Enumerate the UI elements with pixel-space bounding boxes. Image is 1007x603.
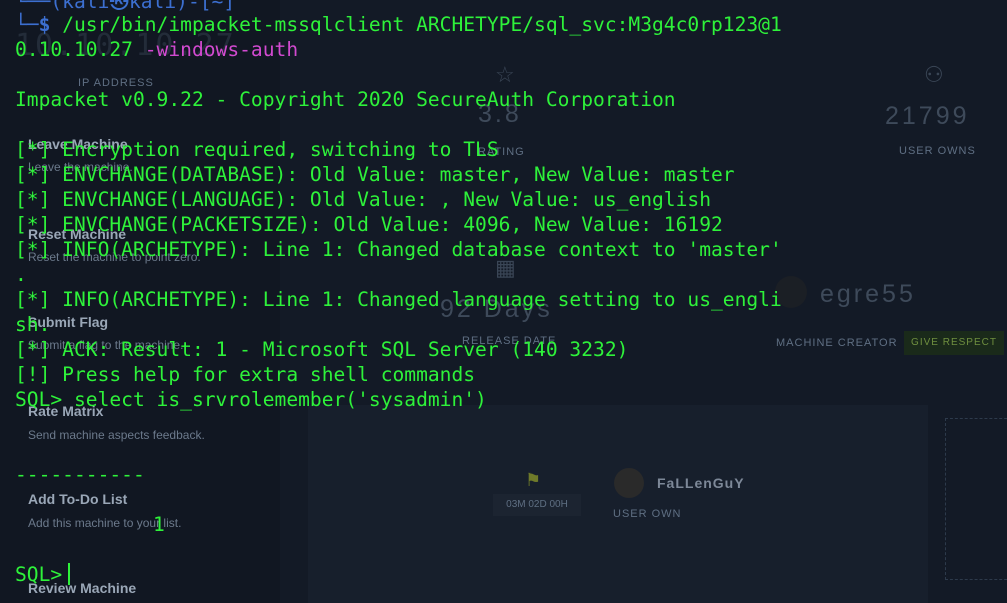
output-line: [*] Encryption required, switching to TL… bbox=[15, 138, 499, 161]
command-line: └─$ /usr/bin/impacket-mssqlclient ARCHET… bbox=[15, 13, 782, 36]
result-divider: ----------- bbox=[15, 463, 145, 486]
output-line: sh. bbox=[15, 313, 51, 336]
output-line: [!] Press help for extra shell commands bbox=[15, 363, 476, 386]
output-line: [*] ENVCHANGE(DATABASE): Old Value: mast… bbox=[15, 163, 735, 186]
output-line: [*] ENVCHANGE(PACKETSIZE): Old Value: 40… bbox=[15, 213, 723, 236]
prompt-symbol: $ bbox=[38, 13, 51, 36]
command-line-wrap: 0.10.10.27 -windows-auth bbox=[15, 37, 298, 62]
command-text: /usr/bin/impacket-mssqlclient ARCHETYPE/… bbox=[62, 13, 782, 36]
terminal-window[interactable]: └──(kali㉿kali)-[~] └─$ /usr/bin/impacket… bbox=[0, 0, 1007, 603]
sql-input-line[interactable]: SQL> bbox=[15, 562, 71, 587]
impacket-banner: Impacket v0.9.22 - Copyright 2020 Secure… bbox=[15, 88, 676, 111]
output-line: [*] INFO(ARCHETYPE): Line 1: Changed dat… bbox=[15, 238, 782, 261]
output-line: [*] ENVCHANGE(LANGUAGE): Old Value: , Ne… bbox=[15, 188, 711, 211]
sql-query-line: SQL> select is_srvrolemember('sysadmin') bbox=[15, 388, 487, 411]
result-value: 1 bbox=[153, 513, 165, 536]
text-cursor bbox=[68, 563, 71, 585]
command-wrap-text: 0.10.10.27 bbox=[15, 38, 133, 61]
sql-prompt: SQL> bbox=[15, 563, 63, 586]
output-line: [*] INFO(ARCHETYPE): Line 1: Changed lan… bbox=[15, 288, 782, 311]
output-line: [*] ACK: Result: 1 - Microsoft SQL Serve… bbox=[15, 338, 629, 361]
command-flag: -windows-auth bbox=[144, 38, 299, 61]
output-line: . bbox=[15, 263, 27, 286]
